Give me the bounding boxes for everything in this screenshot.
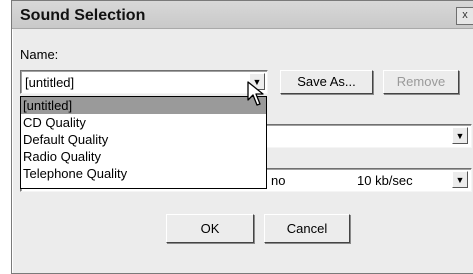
- list-item[interactable]: Default Quality: [21, 131, 266, 148]
- name-combobox-value: [untitled]: [25, 75, 75, 90]
- cancel-button[interactable]: Cancel: [264, 214, 350, 243]
- list-item[interactable]: CD Quality: [21, 114, 266, 131]
- list-item[interactable]: Telephone Quality: [21, 165, 266, 182]
- format-dropdown-arrow-icon[interactable]: ▼: [452, 127, 468, 144]
- save-as-button[interactable]: Save As...: [280, 70, 373, 94]
- attributes-rate-text: 10 kb/sec: [357, 173, 413, 188]
- list-item[interactable]: [untitled]: [21, 97, 266, 114]
- remove-button[interactable]: Remove: [383, 70, 459, 94]
- title-bar[interactable]: Sound Selection x: [12, 1, 473, 29]
- close-button[interactable]: x: [456, 7, 473, 25]
- name-label: Name:: [20, 47, 59, 62]
- name-dropdown-list[interactable]: [untitled] CD Quality Default Quality Ra…: [20, 96, 267, 189]
- mouse-pointer-icon: [247, 81, 264, 106]
- list-item[interactable]: Radio Quality: [21, 148, 266, 165]
- attributes-channels-text: no: [271, 173, 286, 188]
- ok-button[interactable]: OK: [166, 214, 254, 243]
- name-combobox[interactable]: [untitled] ▼: [20, 70, 268, 94]
- dialog-title: Sound Selection: [20, 7, 146, 24]
- attributes-dropdown-arrow-icon[interactable]: ▼: [452, 171, 468, 188]
